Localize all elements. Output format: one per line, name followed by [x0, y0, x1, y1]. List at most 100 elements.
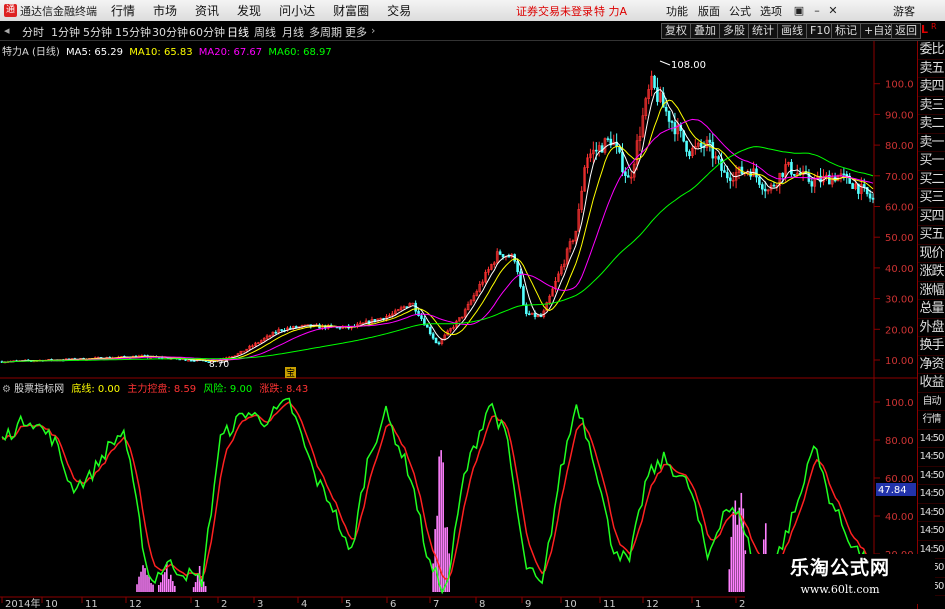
price-axis-label: 100.0 — [885, 80, 914, 91]
side-panel-item[interactable]: 净资 — [918, 356, 945, 374]
candle-body — [428, 327, 432, 335]
candle-body — [621, 151, 624, 173]
side-panel-item[interactable]: 自动 — [918, 393, 945, 411]
candle-body — [417, 310, 420, 316]
candle-body — [600, 145, 604, 153]
indicator-axis: 100.080.0060.0040.0020.0047.84 — [876, 398, 916, 561]
side-panel-item[interactable]: 买一 — [918, 152, 945, 171]
candle-body — [507, 255, 511, 258]
candle-body — [527, 313, 531, 315]
candle-body — [280, 329, 283, 331]
time-axis-label: 1 — [695, 599, 701, 609]
price-axis-label: 50.00 — [885, 233, 914, 244]
time-axis-label: 4 — [301, 599, 307, 609]
side-panel-item[interactable]: 14:50 — [918, 485, 945, 504]
candle-body — [810, 181, 814, 187]
side-panel-item[interactable]: 买四 — [918, 208, 945, 226]
candle-body — [758, 176, 761, 185]
candle-body — [793, 173, 796, 176]
side-panel-item[interactable]: 涨幅 — [918, 282, 945, 300]
side-panel-item[interactable]: 卖五 — [918, 60, 945, 78]
candle-body — [242, 350, 246, 353]
side-panel-item[interactable]: 换手 — [918, 337, 945, 356]
price-axis-label: 10.00 — [885, 356, 914, 367]
side-panel-item[interactable]: 卖二 — [918, 115, 945, 134]
candle-body — [434, 337, 438, 344]
side-panel-item[interactable]: 14:50 — [918, 522, 945, 541]
side-panel-item[interactable]: 买五 — [918, 226, 945, 245]
side-panel-item[interactable]: 14:50 — [918, 448, 945, 467]
side-panel-item[interactable]: 涨跌 — [918, 263, 945, 282]
candle-body — [699, 142, 703, 147]
time-axis-label: 12 — [129, 599, 142, 609]
candle-body — [781, 172, 784, 177]
price-axis-label: 90.00 — [885, 110, 914, 121]
time-axis-label: 2 — [221, 599, 227, 609]
candle-body — [717, 156, 720, 160]
kline-chart[interactable]: 108.00 8.70 宝 100.0 90.00 80.00 70.00 60.00 5… — [0, 0, 945, 609]
candle-body — [516, 260, 519, 273]
candle-body — [525, 304, 528, 314]
side-panel-item[interactable]: 总量 — [918, 300, 945, 319]
side-panel-item[interactable]: 外盘 — [918, 319, 945, 337]
candle-body — [720, 159, 723, 171]
candle-body — [653, 75, 656, 88]
ma60-line — [1, 146, 874, 363]
high-pointer — [659, 60, 671, 66]
candle-body — [667, 110, 671, 122]
candle-body — [431, 333, 435, 339]
low-label: 8.70 — [209, 360, 229, 370]
candle-body — [688, 151, 691, 157]
candle-body — [274, 331, 278, 334]
candle-body — [656, 87, 659, 102]
side-panel-item[interactable]: 现价 — [918, 245, 945, 263]
candle-body — [790, 161, 793, 175]
candle-body — [501, 254, 505, 258]
watermark-title: 乐淘公式网 — [789, 557, 890, 579]
main-legend: 特力A (日线) MA5: 65.29 MA10: 65.83 MA20: 67… — [2, 43, 332, 58]
time-axis-label: 10 — [45, 599, 58, 609]
indicator-lines — [1, 397, 874, 595]
side-panel-item[interactable]: 卖三 — [918, 97, 945, 115]
app-window: 通 通达信金融终端 行情 市场 资讯 发现 问小达 财富圈 交易 证券交易未登录… — [0, 0, 945, 609]
ma-lines — [1, 88, 874, 363]
indicator-axis-label: 80.00 — [885, 436, 914, 447]
side-panel-item[interactable]: 14:50 — [918, 467, 945, 485]
legend-ma20: MA20: 67.67 — [198, 47, 263, 58]
time-axis-label: 7 — [433, 599, 439, 609]
side-panel-item[interactable]: 卖一 — [918, 134, 945, 152]
gear-icon[interactable]: ⚙ — [2, 384, 11, 395]
price-grid — [874, 83, 880, 361]
price-axis-label: 40.00 — [885, 264, 914, 275]
side-panel-item[interactable]: 买二 — [918, 171, 945, 189]
price-axis-label: 70.00 — [885, 172, 914, 183]
candle-body — [426, 324, 429, 328]
side-panel-item[interactable]: 行情 — [918, 411, 945, 430]
side-panel-item[interactable]: 14:50 — [918, 430, 945, 448]
time-axis-label: 11 — [85, 599, 98, 609]
candle-body — [187, 359, 190, 362]
current-value-label: 47.84 — [878, 485, 907, 496]
candle-body — [772, 184, 776, 187]
legend-dixian: 底线: 0.00 — [71, 384, 121, 395]
side-panel-item[interactable]: 卖四 — [918, 78, 945, 97]
watermark-url: www.60lt.com — [800, 583, 880, 596]
side-panel-item[interactable]: 买三 — [918, 189, 945, 208]
time-axis-label: 2014年 — [5, 597, 40, 609]
side-panel-item[interactable]: 收益 — [918, 374, 945, 393]
side-panel-item[interactable]: 委比 — [918, 41, 945, 60]
legend-zhangdie: 涨跌: 8.43 — [259, 384, 309, 395]
candle-body — [420, 315, 423, 320]
side-panel-item[interactable]: 14:50 — [918, 504, 945, 522]
candle-body — [624, 171, 627, 176]
time-axis-label: 8 — [479, 599, 485, 609]
indicator-axis-label: 100.0 — [885, 398, 914, 409]
info-marker-label: 宝 — [286, 367, 295, 379]
candle-body — [606, 138, 610, 140]
candle-body — [498, 251, 502, 255]
time-axis-label: 6 — [390, 599, 396, 609]
ma5-line — [1, 88, 874, 363]
time-axis-label: 10 — [564, 599, 577, 609]
ma10-line — [1, 99, 874, 363]
indicator-legend: ⚙ 股票指标网 底线: 0.00 主力控盘: 8.59 风险: 9.00 涨跌:… — [2, 380, 308, 395]
